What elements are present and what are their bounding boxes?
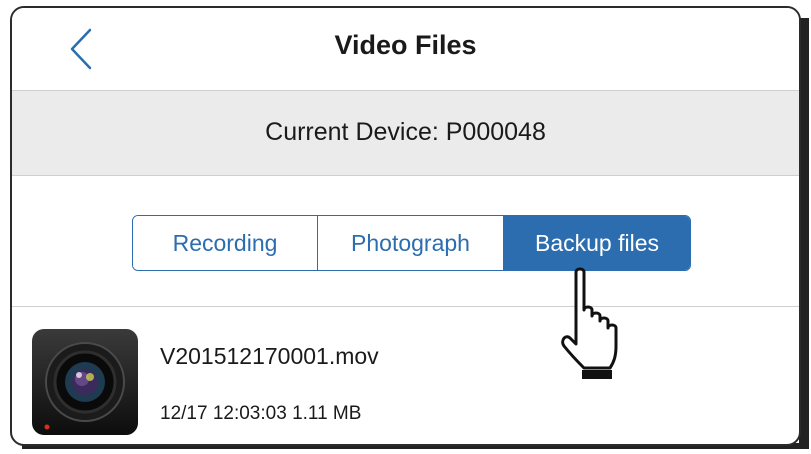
device-bar: Current Device: P000048 [12,90,799,176]
list-item[interactable]: V201512170001.mov 12/17 12:03:03 1.11 MB [12,307,799,444]
tab-recording[interactable]: Recording [133,216,317,270]
file-type-segmented-control: Recording Photograph Backup files [132,215,691,271]
camera-lens-icon [32,329,138,435]
phone-screen: Video Files Current Device: P000048 Reco… [10,6,801,446]
file-name: V201512170001.mov [160,343,379,369]
tab-photograph[interactable]: Photograph [317,216,503,270]
tab-backup-files[interactable]: Backup files [503,216,690,270]
file-meta: 12/17 12:03:03 1.11 MB [160,403,362,424]
pointing-hand-icon [561,267,618,379]
current-device-label: Current Device: P000048 [265,118,546,146]
page-title: Video Files [334,30,477,60]
nav-bar: Video Files [12,8,799,90]
